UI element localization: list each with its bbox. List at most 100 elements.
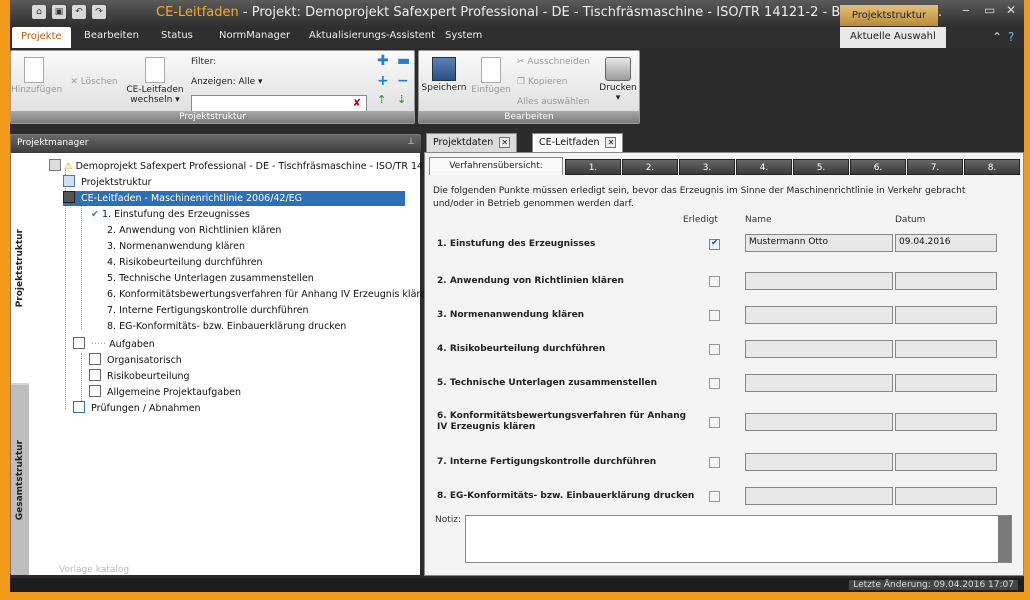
tree-item-step-4[interactable]: 4. Risikobeurteilung durchführen — [107, 255, 263, 270]
date-field-8[interactable] — [895, 487, 997, 505]
tree-item-aufgaben[interactable]: ····· Aufgaben — [73, 337, 155, 352]
guide-icon — [63, 191, 75, 203]
filter-input[interactable]: ✘ — [191, 95, 367, 112]
notes-scrollbar[interactable] — [998, 516, 1011, 562]
tree-item-step-7[interactable]: 7. Interne Fertigungskontrolle durchführ… — [107, 303, 309, 318]
tree-item-risikobeurteilung[interactable]: Risikobeurteilung — [89, 369, 190, 384]
date-field-7[interactable] — [895, 453, 997, 471]
cut-button[interactable]: ✂ Ausschneiden — [517, 57, 590, 67]
date-field-6[interactable] — [895, 413, 997, 431]
date-field-1[interactable]: 09.04.2016 — [895, 234, 997, 252]
row-label-3: 3. Normenanwendung klären — [437, 310, 585, 320]
paste-button[interactable]: Einfügen — [469, 57, 513, 95]
menu-aktualisierungs-assistent[interactable]: Aktualisierungs-Assistent — [309, 30, 435, 41]
menu-bearbeiten[interactable]: Bearbeiten — [84, 30, 139, 41]
expand-all-icon[interactable]: ✚ — [377, 53, 389, 69]
name-field-5[interactable] — [745, 374, 893, 392]
menu-status[interactable]: Status — [161, 30, 193, 41]
tree-item-step-5[interactable]: 5. Technische Unterlagen zusammenstellen — [107, 271, 314, 286]
tree-root[interactable]: ⚠ Demoprojekt Safexpert Professional - D… — [49, 159, 432, 174]
notes-textarea[interactable] — [465, 515, 1012, 563]
menu-normmanager[interactable]: NormManager — [219, 30, 290, 41]
date-field-4[interactable] — [895, 340, 997, 358]
move-up-icon[interactable]: ⇡ — [377, 93, 386, 106]
minimize-icon[interactable]: ‒ — [962, 3, 970, 17]
status-bar: Letzte Änderung: 09.04.2016 17:07 — [10, 578, 1024, 592]
done-checkbox-4[interactable] — [709, 344, 720, 355]
tab-aktuelle-auswahl[interactable]: Aktuelle Auswahl — [840, 27, 946, 48]
done-checkbox-3[interactable] — [709, 310, 720, 321]
print-button[interactable]: Drucken ▾ — [597, 57, 639, 103]
tree-item-pruefungen[interactable]: Prüfungen / Abnahmen — [73, 401, 201, 416]
restore-icon[interactable]: ▭ — [984, 3, 995, 17]
context-tab-projektstruktur[interactable]: Projektstruktur — [840, 5, 938, 26]
tab-step-3[interactable]: 3. — [679, 159, 735, 175]
redo-icon[interactable]: ↷ — [92, 5, 106, 19]
close-tab-icon[interactable]: ✕ — [499, 137, 511, 148]
tab-step-6[interactable]: 6. — [850, 159, 906, 175]
tab-step-5[interactable]: 5. — [793, 159, 849, 175]
menu-projekte[interactable]: Projekte — [12, 27, 71, 48]
date-field-3[interactable] — [895, 306, 997, 324]
done-checkbox-2[interactable] — [709, 276, 720, 287]
clear-filter-icon[interactable]: ✘ — [350, 97, 364, 110]
tab-step-1[interactable]: 1. — [565, 159, 621, 175]
tree-item-label: Organisatorisch — [107, 355, 182, 366]
tree-item-step-2[interactable]: 2. Anwendung von Richtlinien klären — [107, 223, 281, 238]
add-node-icon[interactable]: + — [377, 73, 389, 89]
tree-item-allgemeine-projektaufgaben[interactable]: Allgemeine Projektaufgaben — [89, 385, 241, 400]
name-field-3[interactable] — [745, 306, 893, 324]
name-field-8[interactable] — [745, 487, 893, 505]
move-down-icon[interactable]: ⇣ — [397, 93, 406, 106]
tree-item-ce-leitfaden[interactable]: CE-Leitfaden - Maschinenrichtlinie 2006/… — [63, 191, 405, 206]
done-checkbox-5[interactable] — [709, 378, 720, 389]
done-checkbox-1[interactable] — [709, 238, 720, 250]
notes-label: Notiz: — [435, 515, 462, 525]
clipboard-icon — [481, 57, 501, 83]
collapse-all-icon[interactable]: ▬ — [397, 53, 410, 69]
collapse-ribbon-icon[interactable]: ⌃ — [992, 30, 1002, 44]
tree-item-step-3[interactable]: 3. Normenanwendung klären — [107, 239, 245, 254]
help-icon[interactable]: ? — [1008, 30, 1014, 44]
tree-item-step-6[interactable]: 6. Konformitätsbewertungsverfahren für A… — [107, 287, 432, 302]
title-bar: ⌂ ▣ ↶ ↷ CE-Leitfaden - Projekt: Demoproj… — [10, 0, 1024, 26]
date-field-5[interactable] — [895, 374, 997, 392]
vtab-projektstruktur[interactable]: Projektstruktur — [11, 153, 29, 383]
tab-step-4[interactable]: 4. — [736, 159, 792, 175]
copy-button[interactable]: ❐ Kopieren — [517, 77, 567, 87]
done-checkbox-6[interactable] — [709, 417, 720, 428]
save-button[interactable]: Speichern — [421, 57, 467, 93]
undo-icon[interactable]: ↶ — [72, 5, 86, 19]
tree-item-organisatorisch[interactable]: Organisatorisch — [89, 353, 182, 368]
menu-system[interactable]: System — [445, 30, 482, 41]
save-icon[interactable]: ▣ — [52, 5, 66, 19]
tree-item-step-8[interactable]: 8. EG-Konformitäts- bzw. Einbauerklärung… — [107, 319, 346, 334]
vtab-gesamtstruktur[interactable]: Gesamtstruktur — [11, 385, 29, 575]
name-field-1[interactable]: Mustermann Otto — [745, 234, 893, 252]
select-all-button[interactable]: Alles auswählen — [517, 97, 589, 107]
home-icon[interactable]: ⌂ — [32, 5, 46, 19]
date-field-2[interactable] — [895, 272, 997, 290]
name-field-7[interactable] — [745, 453, 893, 471]
name-field-6[interactable] — [745, 413, 893, 431]
switch-guide-button[interactable]: CE-Leitfaden wechseln ▾ — [125, 57, 185, 105]
close-icon[interactable]: ✕ — [1006, 3, 1016, 17]
tab-step-2[interactable]: 2. — [622, 159, 678, 175]
tab-step-8[interactable]: 8. — [964, 159, 1020, 175]
tab-verfahrensuebersicht[interactable]: Verfahrensübersicht: — [429, 157, 563, 175]
tree-item-projektstruktur[interactable]: Projektstruktur — [63, 175, 152, 190]
name-field-2[interactable] — [745, 272, 893, 290]
tab-ce-leitfaden[interactable]: CE-Leitfaden ✕ — [532, 133, 624, 152]
name-field-4[interactable] — [745, 340, 893, 358]
done-checkbox-8[interactable] — [709, 491, 720, 502]
tab-projektdaten[interactable]: Projektdaten ✕ — [426, 133, 518, 152]
tree-item-step-1[interactable]: ✔ 1. Einstufung des Erzeugnisses — [91, 207, 250, 222]
delete-button[interactable]: ✕ Löschen — [65, 77, 123, 87]
pin-icon[interactable]: ⊥ — [407, 137, 415, 147]
done-checkbox-7[interactable] — [709, 457, 720, 468]
remove-node-icon[interactable]: − — [397, 73, 409, 89]
close-tab-icon[interactable]: ✕ — [605, 137, 617, 148]
tab-step-7[interactable]: 7. — [907, 159, 963, 175]
show-all-dropdown[interactable]: Anzeigen: Alle ▾ — [191, 77, 263, 87]
add-button[interactable]: Hinzufügen — [11, 57, 62, 95]
